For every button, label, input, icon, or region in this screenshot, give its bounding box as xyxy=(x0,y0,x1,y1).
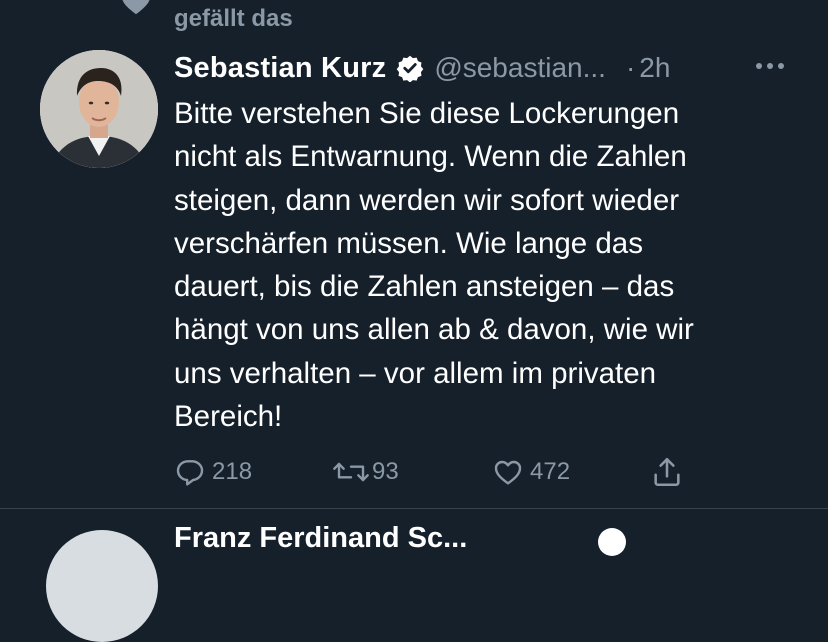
like-count: 472 xyxy=(530,458,571,485)
next-tweet-avatar[interactable] xyxy=(46,530,158,642)
next-tweet-author-name[interactable]: Franz Ferdinand Sc... xyxy=(174,522,634,552)
profile-photo xyxy=(40,50,158,168)
social-context: gefällt das xyxy=(0,0,828,44)
tweet-header: Sebastian Kurz @sebastian... · 2h xyxy=(174,48,670,88)
more-icon[interactable] xyxy=(752,52,788,80)
verified-badge-icon xyxy=(598,528,626,556)
like-button[interactable]: 472 xyxy=(492,452,570,492)
share-icon xyxy=(654,457,680,487)
separator: · xyxy=(625,52,636,83)
author-name[interactable]: Sebastian Kurz xyxy=(174,52,386,85)
tweet-divider xyxy=(0,508,828,509)
tweet-time[interactable]: 2h xyxy=(639,52,670,84)
author-handle[interactable]: @sebastian... xyxy=(434,52,606,84)
reply-icon xyxy=(176,460,204,486)
heart-icon xyxy=(494,460,522,485)
verified-badge-icon xyxy=(397,55,424,82)
reply-button[interactable]: 218 xyxy=(174,452,252,492)
share-button[interactable] xyxy=(650,452,684,492)
retweet-icon xyxy=(333,462,369,482)
retweet-count: 93 xyxy=(372,458,399,485)
avatar[interactable] xyxy=(40,50,158,168)
retweet-button[interactable]: 93 xyxy=(332,452,399,492)
tweet-text: Bitte verstehen Sie diese Lockerungen ni… xyxy=(174,97,694,434)
reply-count: 218 xyxy=(212,458,253,485)
tweet-actions: 218 93 472 xyxy=(174,452,714,492)
social-context-text: gefällt das xyxy=(174,5,293,32)
heart-icon xyxy=(122,0,150,15)
